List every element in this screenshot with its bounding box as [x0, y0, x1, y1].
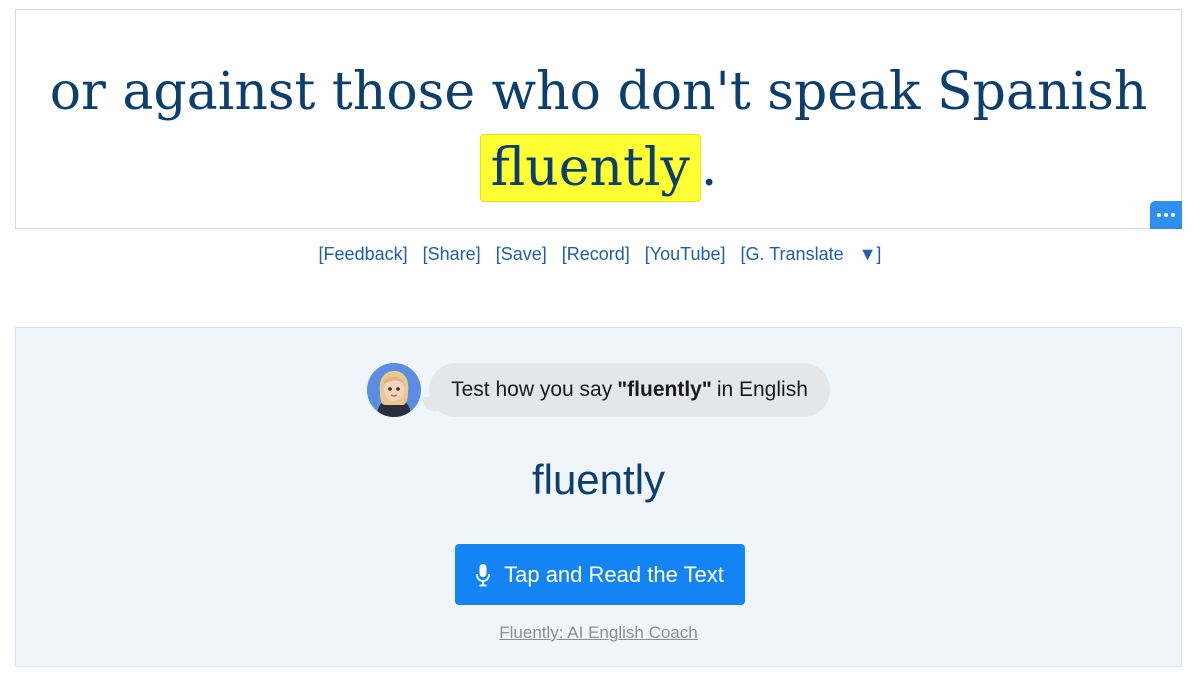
microphone-icon [476, 563, 491, 587]
caption-line-1: or against those who don't speak Spanish [49, 62, 1148, 122]
translate-dropdown-arrow: ▼] [858, 244, 882, 264]
target-word: fluently [531, 456, 666, 503]
share-link[interactable]: [Share] [423, 244, 481, 264]
tap-and-read-label: Tap and Read the Text [504, 561, 724, 587]
action-links: [Feedback] [Share] [Save] [Record] [YouT… [0, 244, 1200, 265]
ellipsis-icon [1157, 213, 1175, 217]
more-options-button[interactable] [1150, 201, 1182, 229]
prompt-word: "fluently" [617, 378, 712, 401]
feedback-link[interactable]: [Feedback] [319, 244, 408, 264]
google-translate-link[interactable]: [G. Translate ▼] [741, 244, 882, 264]
avatar-icon [367, 363, 422, 417]
save-link[interactable]: [Save] [496, 244, 547, 264]
highlighted-word[interactable]: fluently [479, 134, 701, 202]
tap-and-read-button[interactable]: Tap and Read the Text [455, 544, 745, 605]
prompt-row: Test how you say "fluently" in English [16, 363, 1181, 417]
youtube-link[interactable]: [YouTube] [645, 244, 726, 264]
prompt-prefix: Test how you say [451, 378, 613, 401]
pronunciation-practice-panel: Test how you say "fluently" in English f… [15, 327, 1182, 667]
caption-text: or against those who don't speak Spanish… [16, 54, 1181, 206]
caption-line-2: fluently. [16, 130, 1181, 206]
ai-coach-link[interactable]: Fluently: AI English Coach [16, 623, 1181, 643]
caption-box: or against those who don't speak Spanish… [15, 9, 1182, 229]
caption-period: . [700, 138, 718, 198]
record-link[interactable]: [Record] [562, 244, 630, 264]
google-translate-label: [G. Translate [740, 244, 844, 264]
prompt-speech-bubble: Test how you say "fluently" in English [423, 363, 830, 417]
prompt-suffix: in English [716, 378, 808, 401]
